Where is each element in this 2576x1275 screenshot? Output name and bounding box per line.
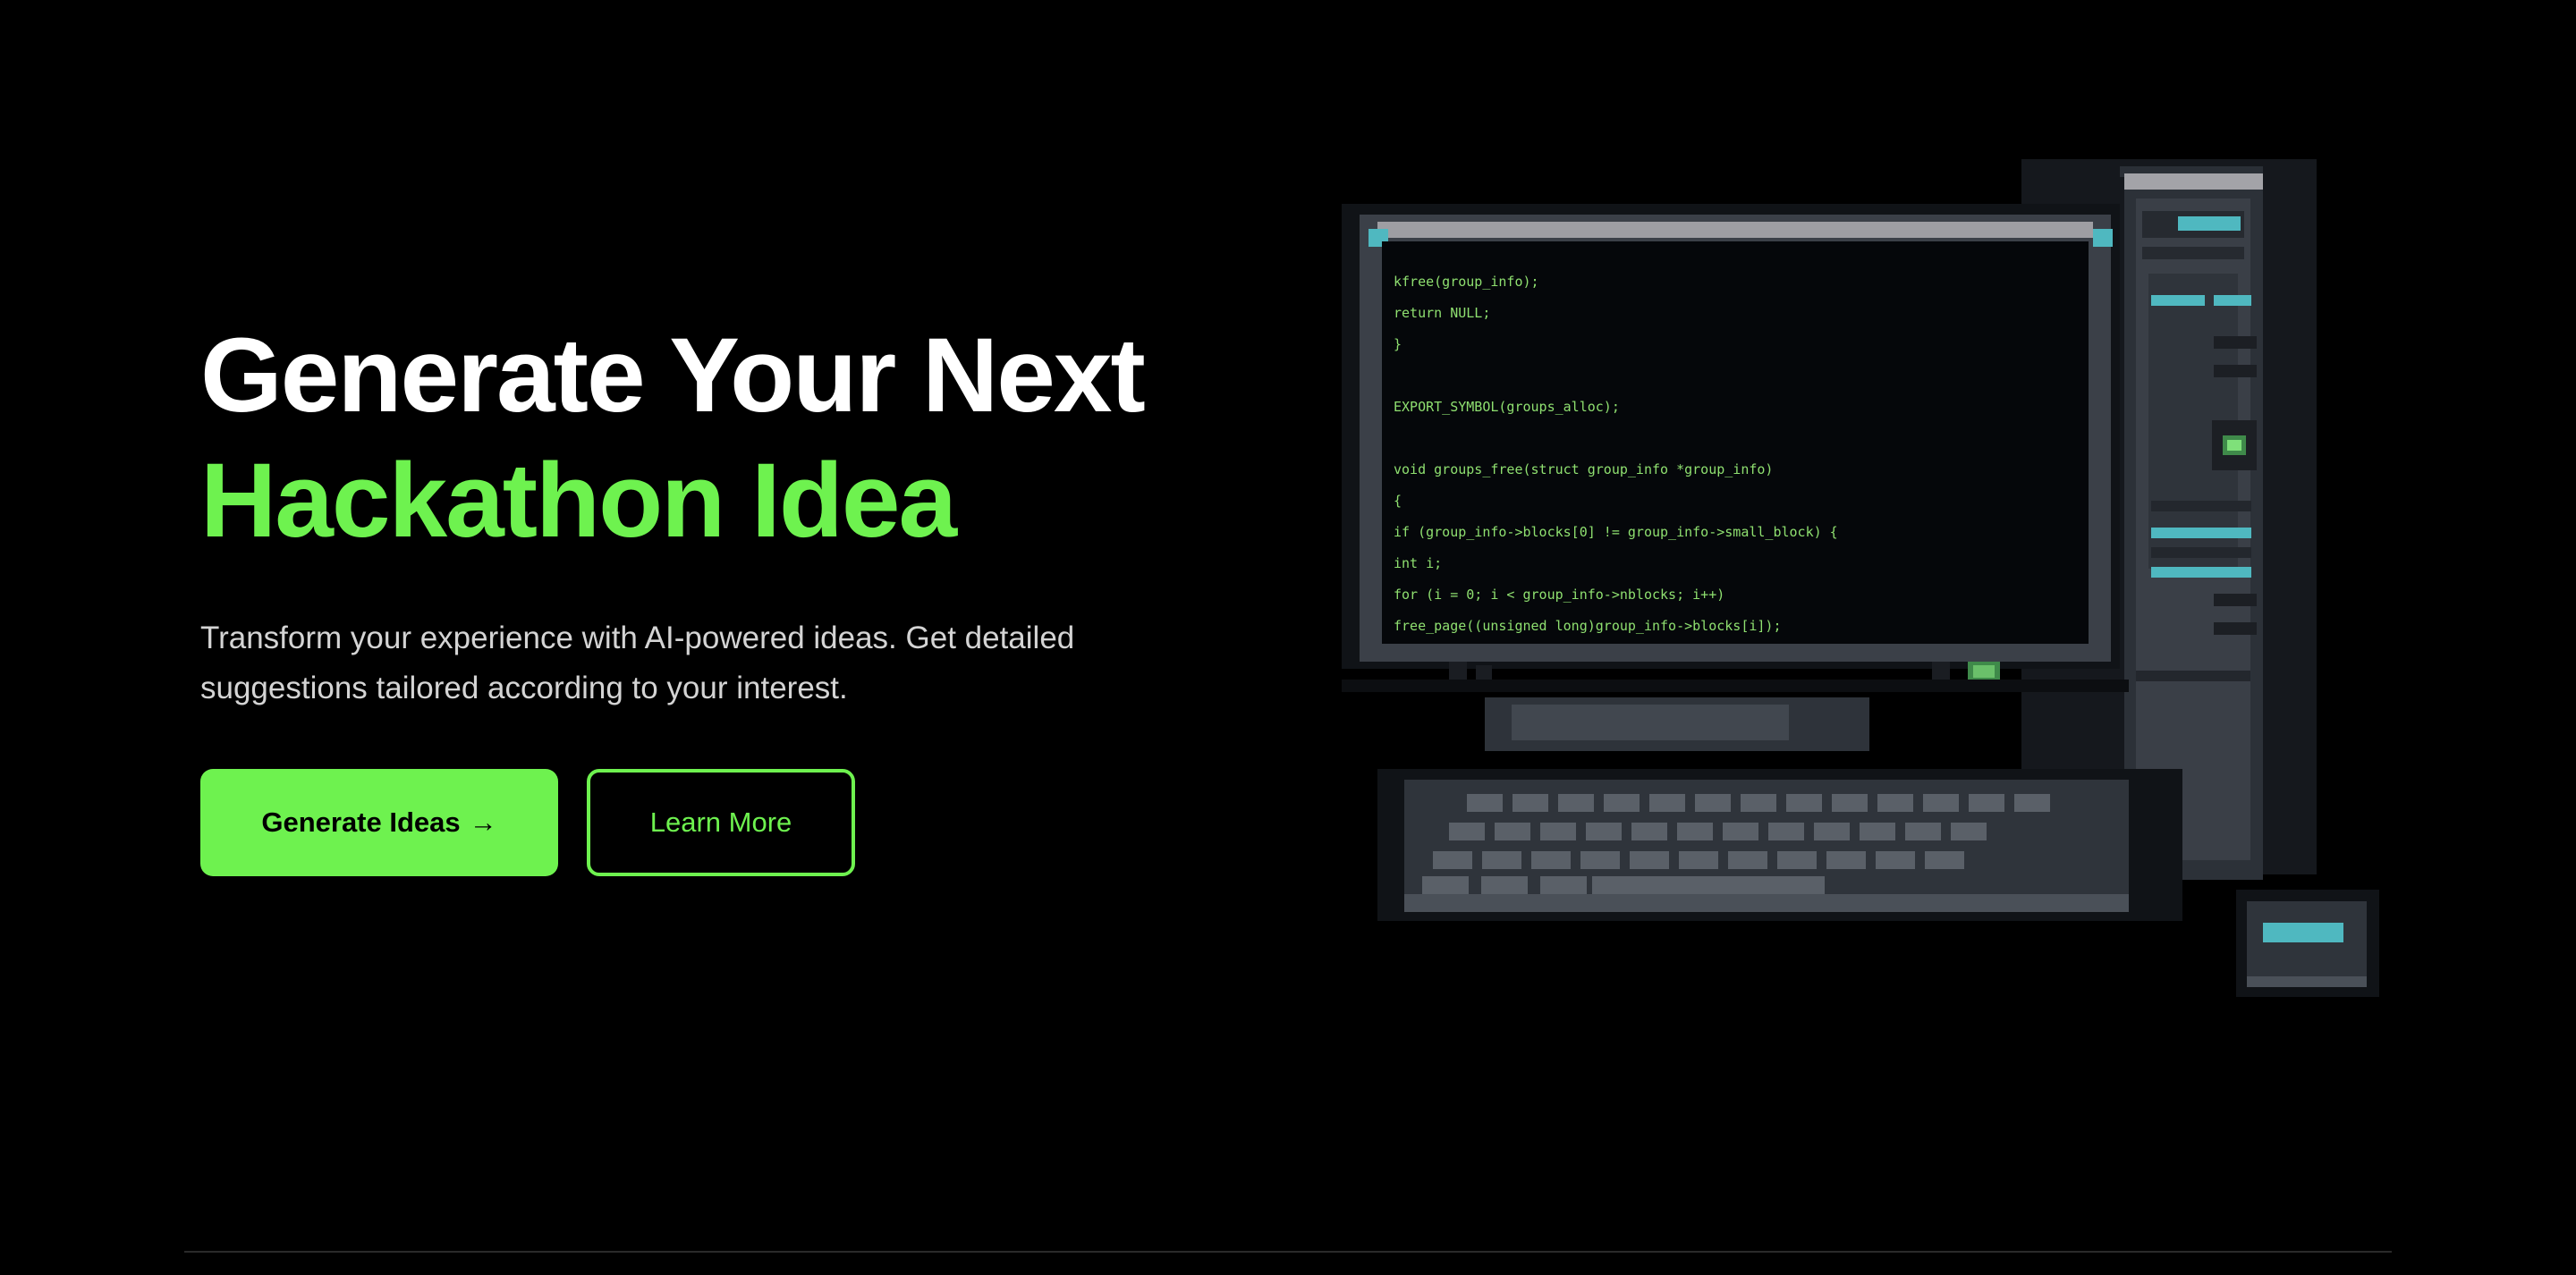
code-line: } <box>1394 336 1402 352</box>
hero-title-line-2: Hackathon Idea <box>200 442 957 560</box>
code-line: EXPORT_SYMBOL(groups_alloc); <box>1394 399 1620 415</box>
computer-mouse <box>2236 890 2379 997</box>
code-line: kfree(group_info); <box>1394 274 1539 290</box>
code-line: if (group_info->blocks[0] != group_info-… <box>1394 524 1838 540</box>
drive-light <box>2178 216 2241 231</box>
section-divider <box>184 1251 2392 1253</box>
code-line: free_page((unsigned long)group_info->blo… <box>1394 618 1781 634</box>
hero-section: Generate Your Next Hackathon Idea Transf… <box>200 313 1238 876</box>
generate-ideas-button[interactable]: Generate Ideas → <box>200 769 558 876</box>
code-line: int i; <box>1394 555 1442 571</box>
code-line: void groups_free(struct group_info *grou… <box>1394 461 1773 477</box>
arrow-right-icon: → <box>469 806 497 838</box>
hero-subtitle: Transform your experience with AI-powere… <box>200 621 1075 705</box>
hero-title: Generate Your Next Hackathon Idea <box>200 313 1238 563</box>
retro-computer-illustration: kfree(group_info); return NULL;} EXPORT_S… <box>1342 143 2379 1028</box>
code-line: for (i = 0; i < group_info->nblocks; i++… <box>1394 587 1724 603</box>
learn-more-label: Learn More <box>649 806 792 838</box>
monitor-screen <box>1382 241 2089 644</box>
generate-ideas-label: Generate Ideas <box>261 806 461 838</box>
computer-keyboard <box>1377 769 2182 921</box>
space-bar <box>1592 876 1825 894</box>
hero-title-line-1: Generate Your Next <box>200 317 1146 435</box>
code-line: return NULL; <box>1394 305 1490 321</box>
learn-more-button[interactable]: Learn More <box>587 769 855 876</box>
code-line: { <box>1394 493 1402 509</box>
hero-actions: Generate Ideas → Learn More <box>200 769 1238 876</box>
